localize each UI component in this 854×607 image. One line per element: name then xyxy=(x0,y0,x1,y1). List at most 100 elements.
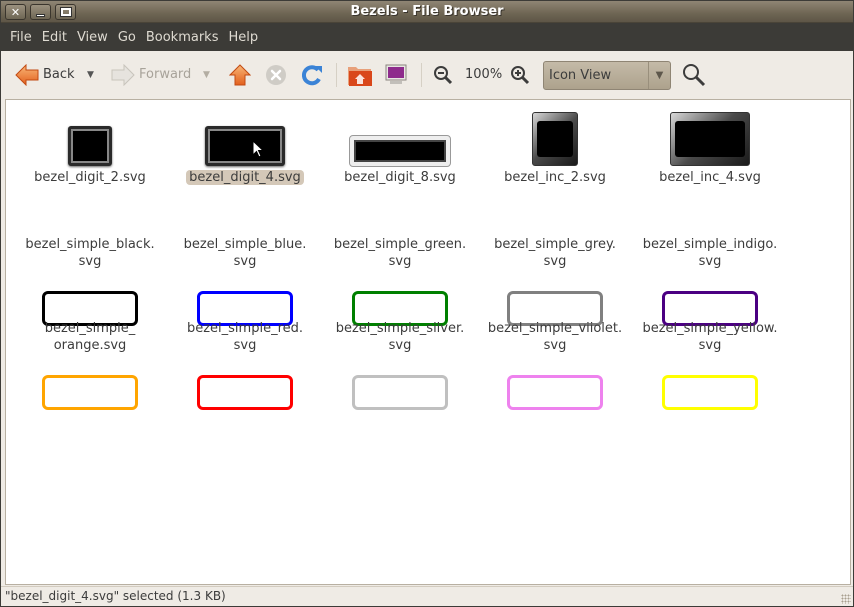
file-thumbnail xyxy=(15,126,165,166)
file-name: bezel_simple_blue. svg xyxy=(170,236,320,270)
file-browser-window: ✕ Bezels - File Browser File Edit View G… xyxy=(0,0,854,607)
file-name-line: bezel_simple_grey. xyxy=(494,237,616,252)
file-name-line: bezel_simple_blue. xyxy=(183,237,307,252)
zoom-out-button[interactable] xyxy=(433,51,453,98)
file-name-line: bezel_simple_indigo. xyxy=(642,237,778,252)
file-name: bezel_inc_2.svg xyxy=(480,169,630,186)
menu-help[interactable]: Help xyxy=(223,30,263,45)
window-title: Bezels - File Browser xyxy=(350,4,504,19)
file-name-line: svg xyxy=(388,338,412,353)
file-name-line: bezel_digit_8.svg xyxy=(344,170,456,185)
file-name-line: bezel_digit_2.svg xyxy=(34,170,146,185)
computer-icon xyxy=(385,64,407,84)
file-name-line: bezel_inc_4.svg xyxy=(659,170,761,185)
bezel-preview-icon xyxy=(197,375,293,410)
menu-bar: File Edit View Go Bookmarks Help xyxy=(1,23,853,51)
bezel-preview-icon xyxy=(349,135,451,167)
bezel-preview-icon xyxy=(507,375,603,410)
file-name-line: bezel_simple_ xyxy=(44,321,136,336)
file-name-line: svg xyxy=(388,254,412,269)
search-icon xyxy=(683,63,706,86)
menu-file[interactable]: File xyxy=(5,30,37,45)
zoom-level[interactable]: 100% xyxy=(465,51,502,98)
bezel-preview-icon xyxy=(42,375,138,410)
file-name-line: bezel_digit_4.svg xyxy=(186,170,304,185)
zoom-level-value: 100% xyxy=(465,67,503,82)
bezel-preview-icon xyxy=(68,126,112,166)
menu-view[interactable]: View xyxy=(72,30,113,45)
file-thumbnail xyxy=(635,112,785,166)
file-name-line: bezel_simple_silver. xyxy=(335,321,465,336)
file-name-line: svg xyxy=(78,254,102,269)
file-name: bezel_inc_4.svg xyxy=(635,169,785,186)
file-name-line: bezel_simple_green. xyxy=(333,237,467,252)
home-folder-icon xyxy=(348,66,372,86)
file-name: bezel_digit_8.svg xyxy=(325,169,475,186)
back-button[interactable]: Back xyxy=(15,51,75,98)
back-history-dropdown[interactable]: ▼ xyxy=(87,51,94,98)
file-name-line: orange.svg xyxy=(53,338,127,353)
file-name: bezel_simple_yellow.svg xyxy=(635,320,785,354)
title-bar[interactable]: ✕ Bezels - File Browser xyxy=(1,1,853,23)
file-name: bezel_simple_viiolet. svg xyxy=(480,320,630,354)
home-button[interactable] xyxy=(347,51,373,98)
file-name: bezel_simple_green.svg xyxy=(325,236,475,270)
file-name-line: svg xyxy=(233,338,257,353)
file-thumbnail xyxy=(480,375,630,410)
file-name: bezel_simple_black. svg xyxy=(15,236,165,270)
file-thumbnail xyxy=(15,375,165,410)
stop-icon xyxy=(266,64,286,85)
bezel-inner-display xyxy=(675,121,745,157)
file-name-line: bezel_simple_yellow. xyxy=(642,321,778,336)
back-arrow-icon xyxy=(15,63,39,86)
toolbar-separator xyxy=(336,63,337,87)
file-thumbnail xyxy=(325,135,475,167)
bezel-preview-icon xyxy=(205,126,285,166)
file-name: bezel_digit_2.svg xyxy=(15,169,165,186)
bezel-preview-icon xyxy=(352,375,448,410)
resize-grip[interactable] xyxy=(841,594,851,604)
file-name-line: bezel_inc_2.svg xyxy=(504,170,606,185)
bezel-preview-icon xyxy=(532,112,578,166)
stop-button[interactable] xyxy=(265,51,287,98)
reload-button[interactable] xyxy=(301,51,323,98)
forward-arrow-icon xyxy=(111,63,135,86)
search-button[interactable] xyxy=(682,51,706,98)
status-bar: "bezel_digit_4.svg" selected (1.3 KB) xyxy=(1,586,853,606)
file-name-line: svg xyxy=(698,338,722,353)
chevron-down-icon: ▼ xyxy=(648,62,670,89)
zoom-in-icon xyxy=(511,65,530,84)
forward-label: Forward xyxy=(139,67,192,82)
menu-bookmarks[interactable]: Bookmarks xyxy=(141,30,224,45)
menu-go[interactable]: Go xyxy=(113,30,141,45)
up-arrow-icon xyxy=(229,63,251,85)
bezel-inner-display xyxy=(537,121,573,157)
view-mode-value: Icon View xyxy=(549,68,612,83)
back-label: Back xyxy=(43,67,75,82)
view-mode-select[interactable]: Icon View ▼ xyxy=(543,61,671,90)
file-name: bezel_simple_red.svg xyxy=(170,320,320,354)
file-thumbnail xyxy=(170,126,320,166)
menu-edit[interactable]: Edit xyxy=(37,30,72,45)
zoom-out-icon xyxy=(434,65,453,84)
computer-button[interactable] xyxy=(384,51,408,98)
reload-icon xyxy=(301,64,322,85)
file-name: bezel_simple_ orange.svg xyxy=(15,320,165,354)
up-button[interactable] xyxy=(229,51,251,98)
bezel-preview-icon xyxy=(662,375,758,410)
forward-button[interactable]: Forward xyxy=(111,51,191,98)
file-name: bezel_simple_indigo.svg xyxy=(635,236,785,270)
bezel-preview-icon xyxy=(670,112,750,166)
zoom-in-button[interactable] xyxy=(510,51,530,98)
file-name-line: svg xyxy=(698,254,722,269)
chevron-down-icon: ▼ xyxy=(87,69,94,80)
file-thumbnail xyxy=(635,375,785,410)
file-thumbnail xyxy=(325,375,475,410)
forward-history-dropdown[interactable]: ▼ xyxy=(203,51,210,98)
file-icon-view[interactable]: bezel_digit_2.svg bezel_digit_4.svg bezel_… xyxy=(5,99,851,585)
file-name: bezel_simple_silver.svg xyxy=(325,320,475,354)
chevron-down-icon: ▼ xyxy=(203,69,210,80)
mouse-cursor-icon xyxy=(252,139,265,162)
file-thumbnail xyxy=(170,375,320,410)
file-name-line: bezel_simple_red. xyxy=(186,321,304,336)
